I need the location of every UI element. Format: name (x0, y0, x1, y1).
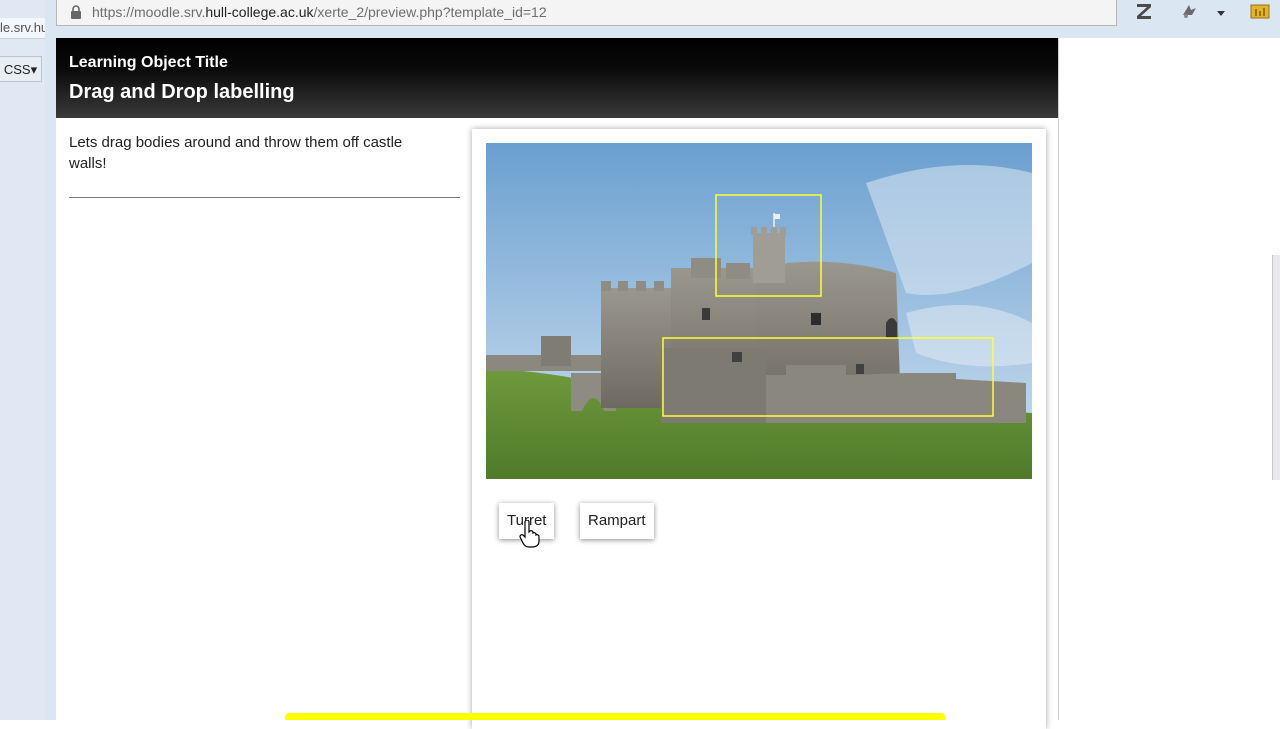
background-tab-text[interactable]: le.srv.hull (0, 18, 45, 39)
page-title: Drag and Drop labelling (69, 81, 295, 103)
progress-bar (285, 713, 945, 720)
background-window: le.srv.hull CSS▾ (0, 0, 46, 720)
frame-border (1058, 38, 1059, 720)
drag-drop-panel: Turret Rampart (472, 129, 1046, 729)
lo-header: Learning Object Title Drag and Drop labe… (56, 38, 1059, 118)
preview-window: https://moodle.srv.hull-college.ac.uk/xe… (45, 0, 1280, 729)
hand-cursor-icon (519, 520, 540, 548)
lo-title: Learning Object Title (69, 54, 228, 71)
dropdown-arrow-icon[interactable] (1209, 1, 1233, 25)
url-text: https://moodle.srv.hull-college.ac.uk/xe… (92, 4, 547, 20)
css-menu-button[interactable]: CSS▾ (0, 56, 42, 82)
divider (69, 197, 460, 198)
extension-icon[interactable] (1177, 1, 1201, 25)
rampart-label-draggable[interactable]: Rampart (580, 503, 654, 539)
page-content: Learning Object Title Drag and Drop labe… (56, 38, 1280, 729)
lock-icon (71, 5, 81, 19)
background-window-edge (1272, 255, 1280, 480)
zotero-icon[interactable] (1132, 1, 1156, 25)
folder-icon[interactable] (1248, 1, 1272, 25)
castle-image (486, 143, 1032, 479)
intro-text: Lets drag bodies around and throw them o… (69, 134, 403, 172)
address-bar[interactable]: https://moodle.srv.hull-college.ac.uk/xe… (56, 0, 1117, 26)
